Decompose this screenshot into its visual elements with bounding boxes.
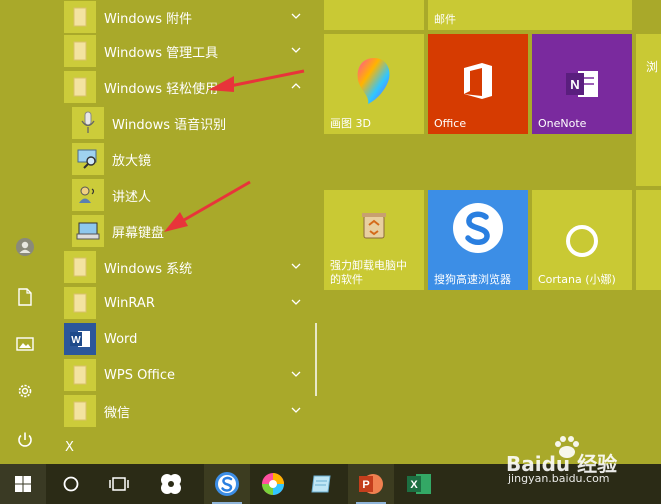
app-label: WinRAR: [104, 295, 155, 311]
svg-text:P: P: [362, 479, 369, 491]
app-folder-windows-system[interactable]: Windows 系统: [64, 250, 364, 284]
powerpoint-icon[interactable]: P: [348, 464, 394, 504]
app-label: 屏幕键盘: [112, 225, 165, 241]
tile-partial-right[interactable]: 浏: [636, 34, 661, 186]
pictures-icon[interactable]: [10, 329, 40, 359]
app-folder-winrar[interactable]: WinRAR: [64, 286, 364, 320]
svg-text:W: W: [71, 335, 81, 346]
app-label: Windows 附件: [104, 11, 193, 27]
app-label: 微信: [104, 405, 131, 421]
app-label: 放大镜: [112, 153, 152, 169]
cortana-circle-icon: [565, 224, 599, 262]
tile-label-line1: 强力卸载电脑中: [330, 259, 407, 272]
app-folder-wps-office[interactable]: WPS Office: [64, 358, 364, 392]
annotation-arrow: [208, 69, 305, 92]
letter-group-header[interactable]: X: [65, 440, 74, 455]
chevron-down-icon[interactable]: [289, 403, 303, 417]
folder-icon: [64, 251, 96, 283]
magnifier-icon: [72, 143, 104, 175]
tile-label: 邮件: [434, 13, 456, 26]
tile-label-line2: 的软件: [330, 273, 363, 286]
chevron-down-icon[interactable]: [289, 259, 303, 273]
folder-icon: [64, 287, 96, 319]
start-left-rail: [0, 0, 50, 464]
windows-start-icon[interactable]: [0, 464, 46, 504]
office-icon: [462, 62, 494, 104]
tile-label: 画图 3D: [330, 117, 371, 130]
word-icon: W: [64, 323, 96, 355]
folder-icon: [64, 395, 96, 427]
svg-text:N: N: [570, 77, 579, 92]
tile-empty-top-left[interactable]: [324, 0, 424, 30]
app-label: Windows 管理工具: [104, 45, 219, 61]
watermark-url: jingyan.baidu.com: [508, 472, 610, 485]
tile-partial-right-2[interactable]: [636, 190, 661, 290]
tile-paint3d[interactable]: 画图 3D: [324, 34, 424, 134]
scrollbar[interactable]: [315, 323, 317, 396]
folder-icon: [64, 35, 96, 67]
power-icon[interactable]: [10, 425, 40, 455]
app-label: WPS Office: [104, 367, 176, 383]
svg-text:X: X: [410, 479, 418, 491]
paint3d-icon: [354, 56, 394, 110]
app-magnifier[interactable]: 放大镜: [72, 142, 372, 176]
keyboard-icon: [72, 215, 104, 247]
microphone-icon: [72, 107, 104, 139]
task-view-icon[interactable]: [96, 464, 142, 504]
cortana-circle-icon[interactable]: [48, 464, 94, 504]
tile-onenote[interactable]: N OneNote: [532, 34, 632, 134]
document-icon[interactable]: [10, 282, 40, 312]
tile-label: 搜狗高速浏览器: [434, 273, 511, 286]
notepad-icon[interactable]: [298, 464, 344, 504]
chevron-down-icon[interactable]: [289, 43, 303, 57]
chevron-down-icon[interactable]: [289, 295, 303, 309]
app-folder-windows-accessories[interactable]: Windows 附件: [64, 0, 364, 34]
app-label: 讲述人: [112, 189, 152, 205]
tile-label: Office: [434, 117, 467, 130]
tile-cortana[interactable]: Cortana (小娜): [532, 190, 632, 290]
baidu-watermark: Baidu 经验 jingyan.baidu.com: [506, 434, 656, 490]
chevron-down-icon[interactable]: [289, 367, 303, 381]
fan-app-icon[interactable]: [148, 464, 194, 504]
tile-mail[interactable]: 邮件: [428, 0, 632, 30]
excel-icon[interactable]: X: [396, 464, 442, 504]
paint3d-icon[interactable]: [250, 464, 296, 504]
tile-label: 浏: [646, 60, 659, 74]
folder-icon: [64, 1, 96, 33]
tile-uninstall[interactable]: 强力卸载电脑中 的软件: [324, 190, 424, 290]
annotation-arrow: [164, 180, 251, 232]
uninstall-icon: [360, 210, 388, 244]
app-label: Word: [104, 331, 138, 347]
sogou-browser-icon: [450, 200, 506, 260]
app-label: Windows 系统: [104, 261, 193, 277]
app-folder-wechat[interactable]: 微信: [64, 394, 364, 428]
settings-icon[interactable]: [10, 376, 40, 406]
onenote-icon: N: [564, 68, 600, 104]
folder-icon: [64, 71, 96, 103]
narrator-icon: [72, 179, 104, 211]
tile-office[interactable]: Office: [428, 34, 528, 134]
chevron-down-icon[interactable]: [289, 9, 303, 23]
tile-label: OneNote: [538, 117, 587, 130]
user-icon[interactable]: [10, 232, 40, 262]
app-word[interactable]: W Word: [64, 322, 364, 356]
tile-sogou-browser[interactable]: 搜狗高速浏览器: [428, 190, 528, 290]
app-label: Windows 语音识别: [112, 117, 227, 133]
tile-label: Cortana (小娜): [538, 273, 616, 286]
folder-icon: [64, 359, 96, 391]
sogou-browser-icon[interactable]: [204, 464, 250, 504]
